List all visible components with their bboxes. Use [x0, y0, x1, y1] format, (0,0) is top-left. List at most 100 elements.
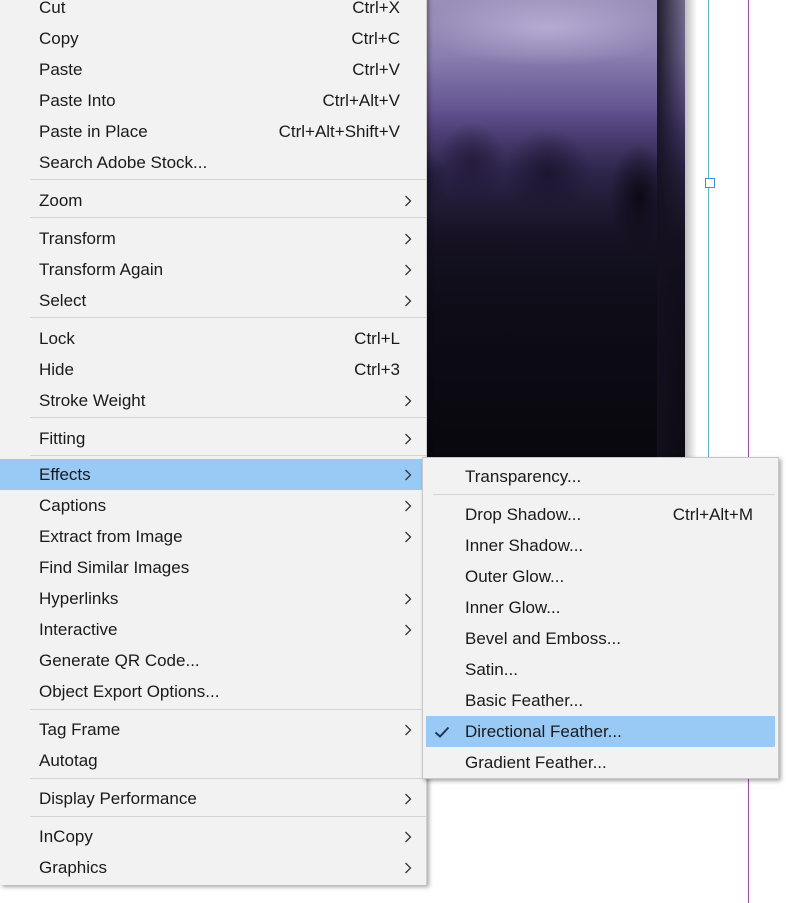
menu-item-generate-qr-code[interactable]: Generate QR Code... [0, 645, 426, 676]
shortcut-label: Ctrl+3 [354, 360, 400, 379]
chevron-right-icon [402, 852, 414, 883]
menu-item-paste[interactable]: Paste Ctrl+V [0, 54, 426, 85]
menu-item-lock[interactable]: Lock Ctrl+L [0, 323, 426, 354]
menu-item-label: Tag Frame [39, 720, 121, 739]
menu-item-label: Cut [39, 0, 66, 17]
submenu-item-directional-feather[interactable]: Directional Feather... [426, 716, 775, 747]
menu-item-label: Display Performance [39, 789, 197, 808]
shortcut-label: Ctrl+Alt+Shift+V [278, 122, 400, 141]
menu-item-tag-frame[interactable]: Tag Frame [0, 714, 426, 745]
menu-item-captions[interactable]: Captions [0, 490, 426, 521]
menu-item-label: Paste [39, 60, 83, 79]
menu-item-label: Generate QR Code... [39, 651, 200, 670]
shortcut-label: Ctrl+C [351, 29, 400, 48]
menu-item-label: Copy [39, 29, 79, 48]
menu-item-label: Zoom [39, 191, 83, 210]
menu-separator [433, 494, 775, 495]
shortcut-label: Ctrl+L [354, 329, 400, 348]
menu-item-transform[interactable]: Transform [0, 223, 426, 254]
menu-item-cut[interactable]: Cut Ctrl+X [0, 0, 426, 23]
menu-item-label: Object Export Options... [39, 682, 220, 701]
menu-item-label: Inner Shadow... [465, 536, 584, 555]
menu-item-label: Hide [39, 360, 74, 379]
menu-item-fitting[interactable]: Fitting [0, 423, 426, 454]
menu-item-hide[interactable]: Hide Ctrl+3 [0, 354, 426, 385]
menu-item-interactive[interactable]: Interactive [0, 614, 426, 645]
menu-item-label: Basic Feather... [465, 691, 584, 710]
menu-item-label: Select [39, 291, 87, 310]
chevron-right-icon [402, 521, 414, 552]
menu-item-extract-from-image[interactable]: Extract from Image [0, 521, 426, 552]
chevron-right-icon [402, 490, 414, 521]
chevron-right-icon [402, 821, 414, 852]
menu-item-effects[interactable]: Effects [0, 459, 426, 490]
menu-item-paste-in-place[interactable]: Paste in Place Ctrl+Alt+Shift+V [0, 116, 426, 147]
submenu-item-basic-feather[interactable]: Basic Feather... [423, 685, 778, 716]
menu-separator [30, 217, 426, 218]
menu-item-display-performance[interactable]: Display Performance [0, 783, 426, 814]
menu-item-search-adobe-stock[interactable]: Search Adobe Stock... [0, 147, 426, 178]
frame-resize-handle[interactable] [705, 178, 715, 188]
menu-item-label: Fitting [39, 429, 86, 448]
menu-item-transform-again[interactable]: Transform Again [0, 254, 426, 285]
menu-item-label: Autotag [39, 751, 98, 770]
menu-item-find-similar-images[interactable]: Find Similar Images [0, 552, 426, 583]
chevron-right-icon [402, 583, 414, 614]
menu-separator [30, 816, 426, 817]
submenu-item-inner-glow[interactable]: Inner Glow... [423, 592, 778, 623]
menu-item-object-export-options[interactable]: Object Export Options... [0, 676, 426, 707]
menu-item-label: InCopy [39, 827, 93, 846]
shortcut-label: Ctrl+Alt+V [322, 91, 400, 110]
menu-item-label: Lock [39, 329, 75, 348]
menu-item-label: Captions [39, 496, 107, 515]
menu-separator [30, 417, 426, 418]
submenu-item-bevel-and-emboss[interactable]: Bevel and Emboss... [423, 623, 778, 654]
menu-item-label: Outer Glow... [465, 567, 565, 586]
submenu-item-inner-shadow[interactable]: Inner Shadow... [423, 530, 778, 561]
menu-item-hyperlinks[interactable]: Hyperlinks [0, 583, 426, 614]
shortcut-label: Ctrl+V [352, 60, 400, 79]
submenu-item-satin[interactable]: Satin... [423, 654, 778, 685]
frame-edge-guide [708, 0, 709, 458]
menu-item-label: Bevel and Emboss... [465, 629, 621, 648]
menu-item-label: Transform Again [39, 260, 164, 279]
submenu-item-drop-shadow[interactable]: Drop Shadow... Ctrl+Alt+M [423, 499, 778, 530]
chevron-right-icon [402, 614, 414, 645]
menu-item-label: Stroke Weight [39, 391, 146, 410]
menu-item-label: Paste Into [39, 91, 116, 110]
submenu-item-transparency[interactable]: Transparency... [423, 461, 778, 492]
chevron-right-icon [402, 385, 414, 416]
menu-item-label: Satin... [465, 660, 518, 679]
menu-item-label: Transform [39, 229, 116, 248]
menu-item-label: Hyperlinks [39, 589, 119, 608]
directional-feather-edge [657, 0, 697, 458]
chevron-right-icon [402, 459, 414, 490]
context-menu: Cut Ctrl+X Copy Ctrl+C Paste Ctrl+V Past… [0, 0, 427, 885]
effects-submenu: Transparency... Drop Shadow... Ctrl+Alt+… [422, 457, 779, 779]
chevron-right-icon [402, 783, 414, 814]
menu-item-zoom[interactable]: Zoom [0, 185, 426, 216]
chevron-right-icon [402, 714, 414, 745]
submenu-item-gradient-feather[interactable]: Gradient Feather... [423, 747, 778, 778]
menu-item-label: Drop Shadow... [465, 505, 582, 524]
shortcut-label: Ctrl+Alt+M [672, 505, 753, 524]
chevron-right-icon [402, 285, 414, 316]
chevron-right-icon [402, 223, 414, 254]
menu-item-graphics[interactable]: Graphics [0, 852, 426, 883]
menu-item-label: Gradient Feather... [465, 753, 607, 772]
checkmark-icon [434, 716, 452, 747]
menu-item-incopy[interactable]: InCopy [0, 821, 426, 852]
menu-item-paste-into[interactable]: Paste Into Ctrl+Alt+V [0, 85, 426, 116]
menu-item-autotag[interactable]: Autotag [0, 745, 426, 776]
menu-item-label: Search Adobe Stock... [39, 153, 208, 172]
chevron-right-icon [402, 254, 414, 285]
menu-item-stroke-weight[interactable]: Stroke Weight [0, 385, 426, 416]
menu-item-copy[interactable]: Copy Ctrl+C [0, 23, 426, 54]
submenu-item-outer-glow[interactable]: Outer Glow... [423, 561, 778, 592]
shortcut-label: Ctrl+X [352, 0, 400, 17]
menu-item-label: Graphics [39, 858, 108, 877]
menu-item-select[interactable]: Select [0, 285, 426, 316]
menu-item-label: Effects [39, 465, 91, 484]
menu-separator [30, 455, 426, 456]
menu-item-label: Transparency... [465, 467, 582, 486]
